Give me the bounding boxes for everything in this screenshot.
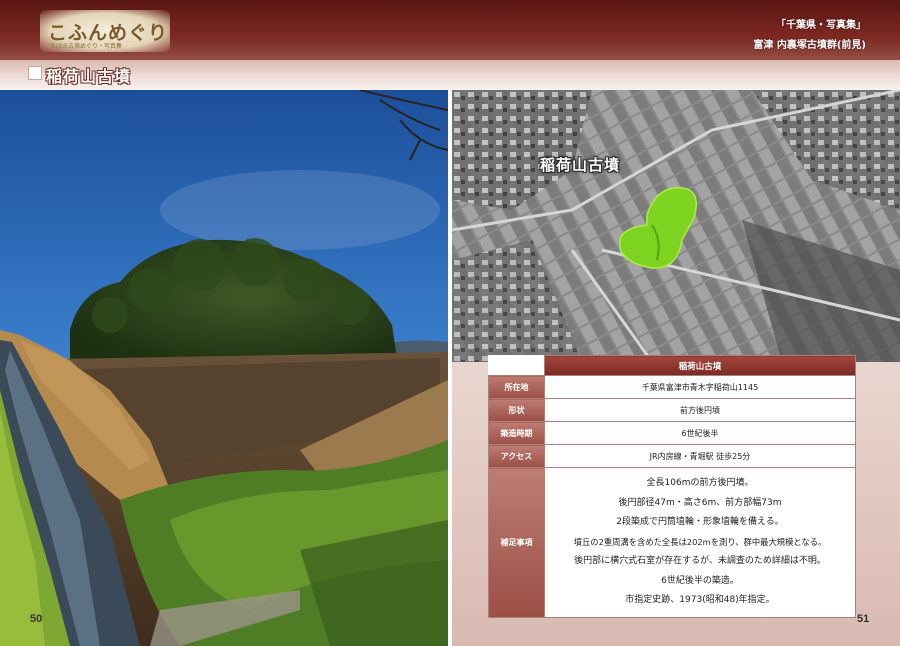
row-label-access: アクセス [488, 444, 545, 468]
series-logo: こふんめぐり ちばの古墳めぐり・写真集 [40, 10, 170, 52]
row-label-location: 所在地 [488, 375, 545, 399]
row-label-notes: 補足事項 [488, 467, 545, 618]
header-location-label: 富津 内裏塚古墳群(前見) [753, 40, 866, 51]
info-table-header: 稲荷山古墳 [544, 355, 856, 376]
page-number-left: 50 [30, 613, 43, 625]
info-table: 稲荷山古墳 所在地 千葉県富津市青木字稲荷山1145 形状 前方後円墳 築造時期… [488, 355, 856, 618]
row-value-notes: 全長106mの前方後円墳。 後円部径47m・高さ6m、前方部幅73m 2段築成で… [544, 467, 856, 618]
kofun-photo-illustration [0, 90, 448, 646]
note-line: 全長106mの前方後円墳。 [646, 478, 754, 488]
note-line: 2段築成で円筒埴輪・形象埴輪を備える。 [616, 517, 784, 527]
note-line: 6世紀後半の築造。 [661, 575, 739, 586]
note-line: 後円部に横穴式石室が存在するが、未調査のため詳細は不明。 [574, 556, 826, 566]
kofun-photo [0, 90, 448, 646]
row-value-period: 6世紀後半 [544, 421, 856, 445]
row-value-access: JR内房線・青堀駅 徒歩25分 [544, 444, 856, 468]
page-title: 稲荷山古墳 [46, 67, 132, 86]
map-label: 稲荷山古墳 [540, 156, 621, 174]
info-table-corner [489, 356, 545, 376]
page-header: こふんめぐり ちばの古墳めぐり・写真集 「千葉県・写真集」 富津 内裏塚古墳群(… [0, 0, 900, 90]
header-series-label: 「千葉県・写真集」 [776, 20, 866, 31]
title-band [0, 60, 900, 90]
title-square-icon [28, 66, 42, 80]
aerial-map-illustration [452, 90, 900, 362]
row-value-location: 千葉県富津市青木字稲荷山1145 [544, 375, 856, 399]
row-label-period: 築造時期 [488, 421, 545, 445]
note-line: 後円部径47m・高さ6m、前方部幅73m [618, 497, 782, 508]
page-number-right: 51 [857, 613, 870, 625]
note-line: 市指定史跡、1973(昭和48)年指定。 [625, 595, 775, 605]
row-value-shape: 前方後円墳 [544, 398, 856, 422]
note-line: 墳丘の2重周溝を含めた全長は202mを測り、群中最大規模となる。 [573, 536, 827, 547]
row-label-shape: 形状 [488, 398, 545, 422]
aerial-map [452, 90, 900, 362]
logo-subtitle: ちばの古墳めぐり・写真集 [50, 43, 123, 50]
